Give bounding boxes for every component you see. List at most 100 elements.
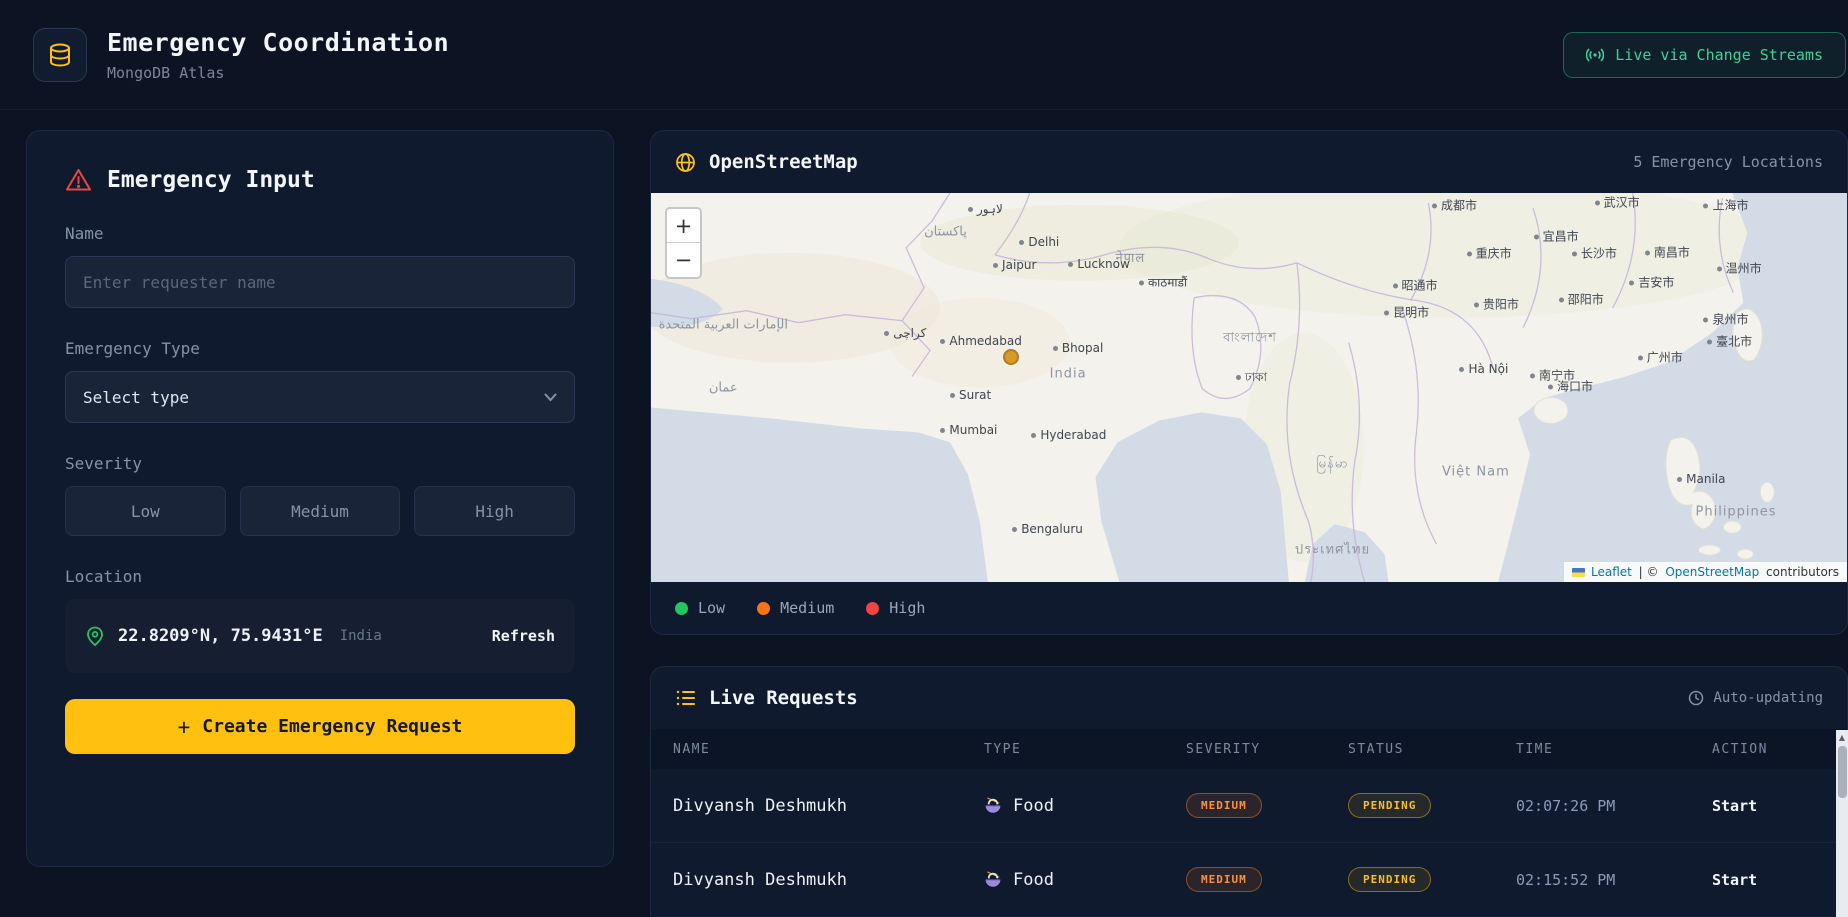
severity-badge: MEDIUM [1186, 793, 1262, 818]
map-label: 长沙市 [1572, 245, 1617, 262]
scrollbar-thumb[interactable] [1837, 746, 1847, 798]
create-request-label: Create Emergency Request [202, 716, 463, 737]
type-label: Emergency Type [65, 339, 200, 358]
map-label: 邵阳市 [1559, 291, 1604, 308]
severity-label: Severity [65, 454, 143, 473]
map-label: काठमाडौं [1139, 274, 1187, 291]
zoom-in-button[interactable]: + [667, 209, 700, 243]
globe-icon [676, 152, 695, 172]
food-icon [985, 796, 1001, 813]
map-label: Delhi [1019, 235, 1059, 249]
legend-label: Low [698, 599, 726, 617]
leaflet-link[interactable]: Leaflet [1591, 565, 1632, 579]
scrollbar-up-arrow[interactable]: ▲ [1839, 730, 1845, 745]
request-status: PENDING [1348, 867, 1516, 892]
page-subtitle: MongoDB Atlas [107, 63, 225, 82]
attribution-separator: | © [1634, 565, 1663, 579]
table-body: Divyansh Deshmukh Food MEDIUM PENDING 02:07:… [651, 769, 1847, 917]
map-label: 武汉市 [1595, 193, 1640, 210]
type-select-value: Select type [83, 387, 189, 407]
status-badge: PENDING [1348, 867, 1432, 892]
map-label: 成都市 [1432, 196, 1477, 213]
location-box: 22.8209°N, 75.9431°E India Refresh [65, 599, 575, 673]
main-content: Emergency Input Name Emergency Type Sele… [0, 110, 1848, 917]
map-label: 南昌市 [1645, 244, 1690, 261]
attribution-suffix: contributors [1762, 565, 1839, 579]
list-icon [676, 690, 695, 706]
severity-high-button[interactable]: High [414, 486, 576, 536]
ukraine-flag-icon [1572, 567, 1585, 577]
legend-low: Low [675, 599, 725, 617]
map-label: 昆明市 [1384, 303, 1429, 320]
start-button[interactable]: Start [1712, 871, 1757, 889]
app-header: Emergency Coordination MongoDB Atlas Liv… [0, 0, 1848, 110]
map-label: کراچی [884, 326, 926, 340]
app-root: Emergency Coordination MongoDB Atlas Liv… [0, 0, 1848, 917]
title-block: Emergency Coordination MongoDB Atlas [107, 28, 449, 82]
map-label: 昭通市 [1393, 276, 1438, 293]
map-attribution: Leaflet | © OpenStreetMap contributors [1564, 562, 1847, 582]
column-header-status: STATUS [1348, 741, 1404, 757]
request-type: Food [984, 870, 1186, 890]
map-card-header: OpenStreetMap 5 Emergency Locations [651, 131, 1847, 193]
map-pin-icon [87, 626, 103, 646]
form-title-row: Emergency Input [65, 167, 575, 193]
request-severity: MEDIUM [1186, 867, 1348, 892]
map-label: Philippines [1695, 504, 1777, 520]
emergency-marker[interactable] [1002, 348, 1019, 365]
name-label: Name [65, 224, 104, 243]
page-title: Emergency Coordination [107, 27, 450, 57]
osm-link[interactable]: OpenStreetMap [1665, 565, 1759, 579]
map-label: 吉安市 [1629, 274, 1674, 291]
request-row: Divyansh Deshmukh Food MEDIUM PENDING 02:15:… [651, 843, 1847, 917]
map-title: OpenStreetMap [709, 151, 858, 173]
map-label: 臺北市 [1707, 332, 1752, 349]
map-label: Ahmedabad [940, 334, 1021, 348]
requests-title: Live Requests [709, 687, 858, 709]
table-header-row: NAME TYPE SEVERITY STATUS TIME ACTION [651, 729, 1847, 769]
type-select[interactable]: Select type [65, 371, 575, 423]
map-label: ঢাকা [1236, 369, 1267, 389]
map-label: Hà Nội [1459, 362, 1508, 376]
legend-label: Medium [780, 599, 835, 617]
legend-dot-high [866, 601, 880, 615]
map-label: မြန်မာ [1316, 456, 1349, 472]
request-type: Food [984, 796, 1186, 816]
request-status: PENDING [1348, 793, 1516, 818]
map-label: عمان [708, 380, 738, 395]
table-scrollbar[interactable]: ▲ [1836, 730, 1848, 917]
legend-dot-medium [757, 601, 771, 615]
locations-count: 5 Emergency Locations [1633, 153, 1823, 171]
map-label: Mumbai [940, 423, 997, 437]
map-label: India [1049, 366, 1087, 382]
legend-label: High [889, 599, 926, 617]
form-title: Emergency Input [107, 167, 315, 193]
request-time: 02:15:52 PM [1516, 870, 1616, 889]
emergency-input-card: Emergency Input Name Emergency Type Sele… [26, 130, 614, 867]
create-request-button[interactable]: + Create Emergency Request [65, 699, 575, 754]
warning-icon [66, 169, 91, 191]
column-header-severity: SEVERITY [1186, 741, 1261, 757]
name-input[interactable] [65, 256, 575, 308]
start-button[interactable]: Start [1712, 797, 1757, 815]
severity-low-button[interactable]: Low [65, 486, 226, 536]
request-type-label: Food [1013, 795, 1054, 816]
plus-icon: + [177, 714, 191, 739]
chevron-down-icon [544, 393, 557, 401]
request-action: Start [1712, 870, 1847, 890]
request-name: Divyansh Deshmukh [673, 795, 847, 816]
map-label: Bengaluru [1012, 522, 1083, 536]
refresh-button[interactable]: Refresh [492, 627, 555, 645]
request-severity: MEDIUM [1186, 793, 1348, 818]
legend-high: High [866, 599, 925, 617]
severity-medium-button[interactable]: Medium [239, 486, 401, 536]
map[interactable]: + − الإمارات العربية المتحدة عمان کراچی لاہ… [651, 193, 1847, 582]
status-badge: PENDING [1348, 793, 1432, 818]
legend-dot-low [675, 601, 688, 615]
database-icon [33, 27, 87, 82]
request-time: 02:07:26 PM [1516, 796, 1616, 815]
column-header-type: TYPE [984, 741, 1022, 757]
zoom-out-button[interactable]: − [667, 243, 700, 277]
map-zoom-control: + − [665, 207, 702, 279]
map-label: বাংলাদেশ [1223, 330, 1277, 346]
